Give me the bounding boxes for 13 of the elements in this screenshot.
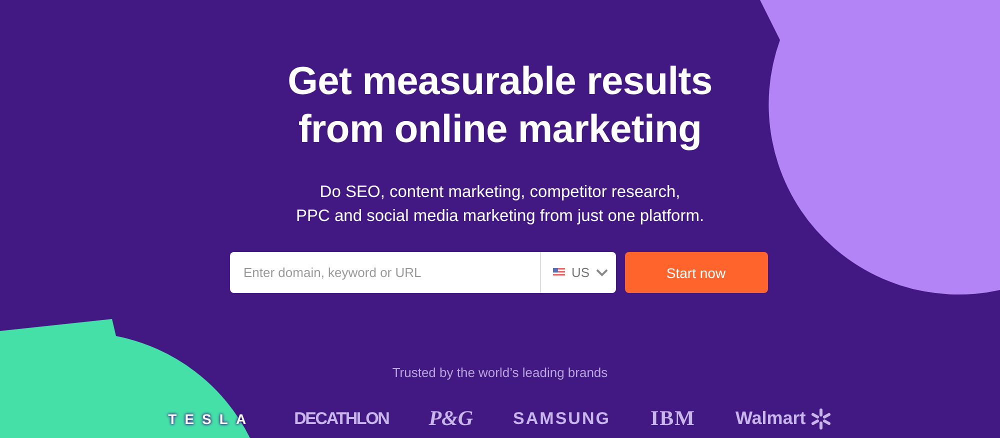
brand-logo: IBM <box>650 406 696 431</box>
brand-logo: Walmart <box>735 408 832 430</box>
brand-logo: DECATHLON <box>294 408 389 428</box>
country-select[interactable]: US <box>540 252 616 293</box>
headline: Get measurable results from online marketing <box>288 59 712 153</box>
us-flag-icon <box>553 268 566 277</box>
trusted-caption: Trusted by the world’s leading brands <box>392 365 608 380</box>
brand-logo: SAMSUNG <box>513 408 610 428</box>
domain-search-field[interactable]: Enter domain, keyword or URL US <box>230 252 616 293</box>
start-now-button[interactable]: Start now <box>624 252 768 293</box>
chevron-down-icon <box>596 268 608 276</box>
subheadline: Do SEO, content marketing, competitor research, PPC and social media marketing from just one platform. <box>296 182 704 227</box>
brand-logo: P&G <box>428 406 474 431</box>
